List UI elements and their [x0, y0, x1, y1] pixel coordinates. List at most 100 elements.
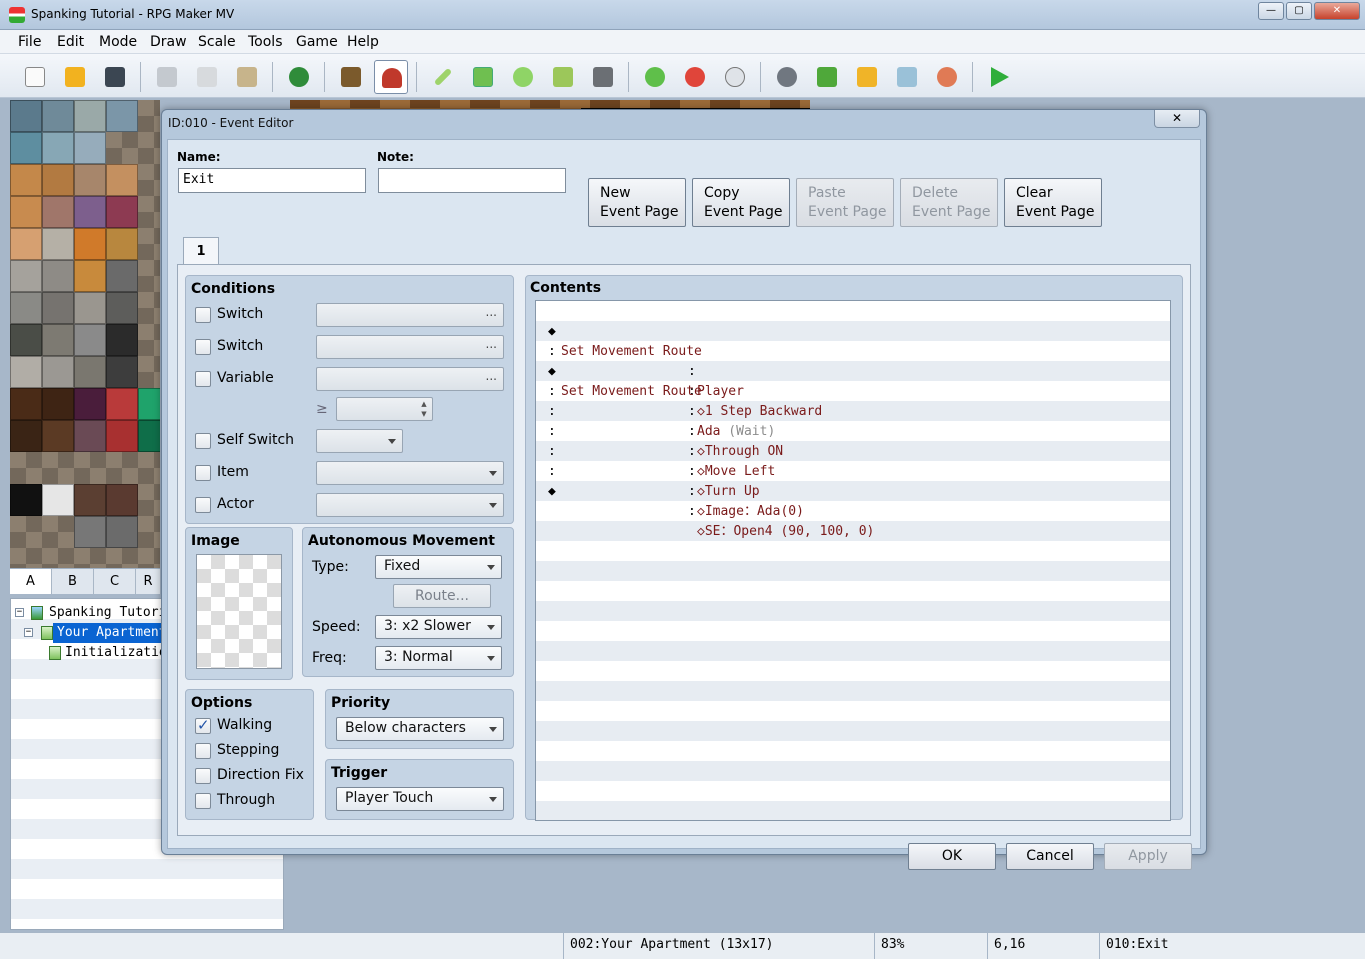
tile[interactable]: [106, 164, 138, 196]
checkbox-box[interactable]: [195, 743, 211, 759]
movement-type-select[interactable]: Fixed: [375, 555, 502, 579]
tile[interactable]: [10, 356, 42, 388]
checkbox-box[interactable]: [195, 307, 211, 323]
tile[interactable]: [74, 356, 106, 388]
tile[interactable]: [74, 388, 106, 420]
tile[interactable]: [74, 196, 106, 228]
menu-edit[interactable]: Edit: [57, 34, 84, 50]
zoom-out-icon[interactable]: [678, 60, 712, 94]
event-searcher-icon[interactable]: [890, 60, 924, 94]
tile[interactable]: [106, 388, 138, 420]
delete-event-page-button[interactable]: Delete Event Page: [900, 178, 998, 227]
tile[interactable]: [74, 292, 106, 324]
tile[interactable]: [106, 516, 138, 548]
command-row[interactable]: : : ◇Image：Ada(0): [536, 422, 1170, 519]
fill-icon[interactable]: [546, 60, 580, 94]
ellipse-icon[interactable]: [506, 60, 540, 94]
variable-select[interactable]: ...: [316, 367, 504, 391]
route-button[interactable]: Route...: [393, 584, 491, 608]
command-row[interactable]: ◆ Set Movement Route : Ada (Wait): [536, 342, 1170, 439]
tile[interactable]: [10, 484, 42, 516]
tile[interactable]: [42, 356, 74, 388]
tile[interactable]: [42, 484, 74, 516]
menu-file[interactable]: File: [18, 34, 41, 50]
tile[interactable]: [106, 196, 138, 228]
undo-icon[interactable]: [282, 60, 316, 94]
tile[interactable]: [106, 100, 138, 132]
menu-game[interactable]: Game: [296, 34, 338, 50]
playtest-icon[interactable]: [982, 60, 1016, 94]
menu-scale[interactable]: Scale: [198, 34, 236, 50]
character-generator-icon[interactable]: [930, 60, 964, 94]
tile[interactable]: [10, 260, 42, 292]
variable-value-spinner[interactable]: ▲ ▼: [336, 397, 433, 421]
apply-button[interactable]: Apply: [1104, 843, 1192, 870]
command-row[interactable]: : : ◇1 Step Backward: [536, 322, 1170, 419]
cut-icon[interactable]: [150, 60, 184, 94]
menu-tools[interactable]: Tools: [248, 34, 283, 50]
tileset-palette[interactable]: [10, 100, 160, 568]
rectangle-icon[interactable]: [466, 60, 500, 94]
tile[interactable]: [106, 228, 138, 260]
tile[interactable]: [42, 420, 74, 452]
collapse-icon[interactable]: −: [15, 608, 24, 617]
save-project-icon[interactable]: [98, 60, 132, 94]
map-mode-icon[interactable]: [334, 60, 368, 94]
command-row[interactable]: : : ◇SE：Open4 (90, 100, 0): [536, 442, 1170, 539]
tile[interactable]: [42, 324, 74, 356]
tile[interactable]: [138, 420, 160, 452]
tile[interactable]: [10, 196, 42, 228]
actor-select[interactable]: [316, 493, 504, 517]
close-window-button[interactable]: ✕: [1314, 2, 1360, 20]
tileset-tab-c[interactable]: C: [94, 569, 136, 594]
tile[interactable]: [10, 164, 42, 196]
tile[interactable]: [106, 356, 138, 388]
spinner-arrows-icon[interactable]: ▲ ▼: [418, 399, 430, 419]
switch2-select[interactable]: ...: [316, 335, 504, 359]
tile[interactable]: [106, 260, 138, 292]
tile[interactable]: [10, 420, 42, 452]
tile[interactable]: [74, 132, 106, 164]
tile[interactable]: [106, 484, 138, 516]
event-image-preview[interactable]: [196, 554, 282, 669]
checkbox-box[interactable]: [195, 768, 211, 784]
command-row[interactable]: ◆ Set Movement Route : Player: [536, 302, 1170, 399]
checkbox-box[interactable]: [195, 339, 211, 355]
name-input[interactable]: Exit: [178, 168, 366, 193]
command-row[interactable]: : : ◇Move Left: [536, 382, 1170, 479]
new-project-icon[interactable]: [18, 60, 52, 94]
database-icon[interactable]: [770, 60, 804, 94]
tile[interactable]: [74, 420, 106, 452]
tile[interactable]: [42, 196, 74, 228]
tile[interactable]: [74, 164, 106, 196]
tile[interactable]: [42, 164, 74, 196]
checkbox-box-checked[interactable]: [195, 716, 211, 734]
self-switch-select[interactable]: [316, 429, 403, 453]
menu-draw[interactable]: Draw: [150, 34, 187, 50]
zoom-in-icon[interactable]: [638, 60, 672, 94]
priority-select[interactable]: Below characters: [336, 717, 504, 741]
plugin-manager-icon[interactable]: [810, 60, 844, 94]
event-mode-icon[interactable]: [374, 60, 408, 94]
checkbox-box[interactable]: [195, 465, 211, 481]
tile[interactable]: [42, 260, 74, 292]
note-input[interactable]: [378, 168, 566, 193]
shadow-pen-icon[interactable]: [586, 60, 620, 94]
tile[interactable]: [10, 100, 42, 132]
tile[interactable]: [74, 260, 106, 292]
actual-size-icon[interactable]: [718, 60, 752, 94]
new-event-page-button[interactable]: New Event Page: [588, 178, 686, 227]
checkbox-box[interactable]: [195, 371, 211, 387]
tile[interactable]: [10, 324, 42, 356]
tile[interactable]: [10, 388, 42, 420]
tile[interactable]: [106, 292, 138, 324]
command-row-empty[interactable]: ◆: [536, 462, 1170, 499]
tileset-tab-b[interactable]: B: [52, 569, 94, 594]
clear-event-page-button[interactable]: Clear Event Page: [1004, 178, 1102, 227]
trigger-select[interactable]: Player Touch: [336, 787, 504, 811]
freq-select[interactable]: 3: Normal: [375, 646, 502, 670]
sound-test-icon[interactable]: [850, 60, 884, 94]
tile[interactable]: [74, 324, 106, 356]
tile[interactable]: [10, 132, 42, 164]
copy-event-page-button[interactable]: Copy Event Page: [692, 178, 790, 227]
